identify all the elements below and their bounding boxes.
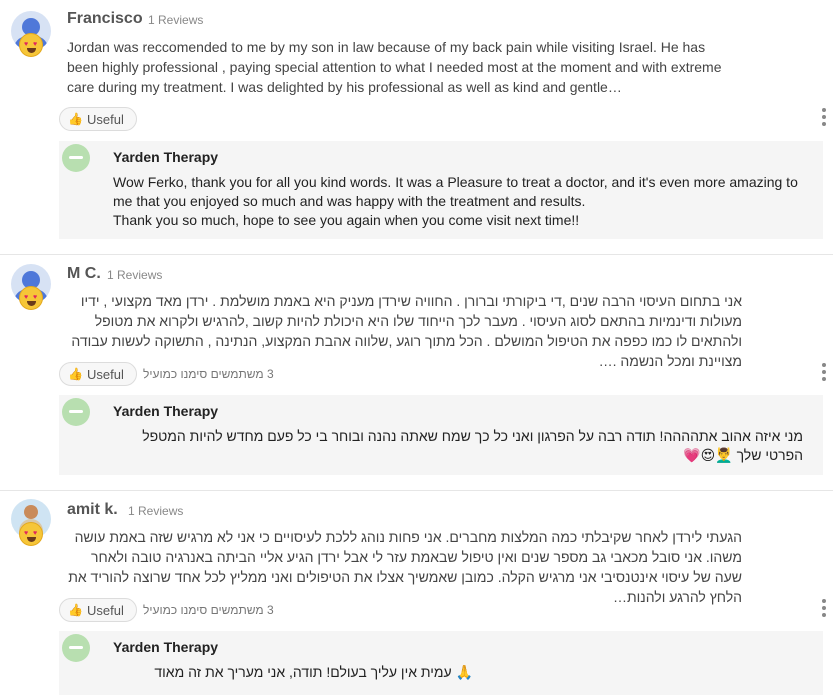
review-item: ♥ ♥ M C. 1 Reviews אני בתחום העיסוי הרבה … (0, 255, 833, 491)
more-vertical-icon[interactable] (820, 599, 828, 621)
reviewer-name[interactable]: M C. (67, 265, 101, 283)
reply-line: מני איזה אהוב אתהההה! תודה רבה על הפרגון… (142, 428, 803, 463)
heart-eyes-emoji-icon: ♥ ♥ (19, 33, 43, 57)
yarden-therapy-logo-icon (62, 634, 90, 662)
heart-eyes-emoji-icon: ♥ ♥ (19, 522, 43, 546)
review-item: ♥ ♥ amit k. 1 Reviews הגעתי לירדן לאחר שק… (0, 491, 833, 695)
reply-line: Thank you so much, hope to see you again… (113, 212, 580, 228)
useful-label: Useful (87, 112, 124, 127)
owner-reply: Yarden Therapy מני איזה אהוב אתהההה! תוד… (59, 395, 823, 475)
reply-owner-name: Yarden Therapy (113, 149, 219, 165)
reply-text: Wow Ferko, thank you for all you kind wo… (113, 173, 803, 230)
useful-button[interactable]: 👍 Useful (59, 362, 137, 386)
thumbs-up-icon: 👍 (68, 603, 83, 617)
reply-owner-name: Yarden Therapy (113, 403, 219, 419)
reply-line: Wow Ferko, thank you for all you kind wo… (113, 174, 798, 209)
more-vertical-icon[interactable] (820, 108, 828, 130)
review-count: 1 Reviews (107, 268, 163, 282)
reply-owner-name: Yarden Therapy (113, 639, 219, 655)
reviewer-name[interactable]: amit k. (67, 501, 118, 519)
review-text: Jordan was reccomended to me by my son i… (67, 39, 722, 95)
owner-reply: Yarden Therapy 🙏 עמית אין עליך בעולם! תו… (59, 631, 823, 695)
review-item: ♥ ♥ Francisco 1 Reviews Jordan was reccom… (0, 0, 833, 254)
reply-text: 🙏 עמית אין עליך בעולם! תודה, אני מעריך א… (113, 663, 473, 682)
review-count: 1 Reviews (128, 504, 184, 518)
reply-text: מני איזה אהוב אתהההה! תודה רבה על הפרגון… (113, 427, 803, 465)
more-vertical-icon[interactable] (820, 363, 828, 385)
owner-reply: Yarden Therapy Wow Ferko, thank you for … (59, 141, 823, 239)
useful-button[interactable]: 👍 Useful (59, 598, 137, 622)
thumbs-up-icon: 👍 (68, 367, 83, 381)
reply-line: 🙏 עמית אין עליך בעולם! תודה, אני מעריך א… (154, 664, 473, 680)
reviewer-name[interactable]: Francisco (67, 10, 143, 28)
heart-eyes-emoji-icon: ♥ ♥ (19, 286, 43, 310)
useful-label: Useful (87, 603, 124, 618)
yarden-therapy-logo-icon (62, 398, 90, 426)
useful-count-text: 3 משתמשים סימנו כמועיל (143, 603, 274, 617)
review-text: הגעתי לירדן לאחר שקיבלתי כמה המלצות מחבר… (68, 529, 742, 605)
useful-button[interactable]: 👍 Useful (59, 107, 137, 131)
review-count: 1 Reviews (148, 13, 204, 27)
useful-label: Useful (87, 367, 124, 382)
useful-count-text: 3 משתמשים סימנו כמועיל (143, 367, 274, 381)
yarden-therapy-logo-icon (62, 144, 90, 172)
thumbs-up-icon: 👍 (68, 112, 83, 126)
review-text: אני בתחום העיסוי הרבה שנים ,די ביקורתי ו… (71, 293, 742, 369)
